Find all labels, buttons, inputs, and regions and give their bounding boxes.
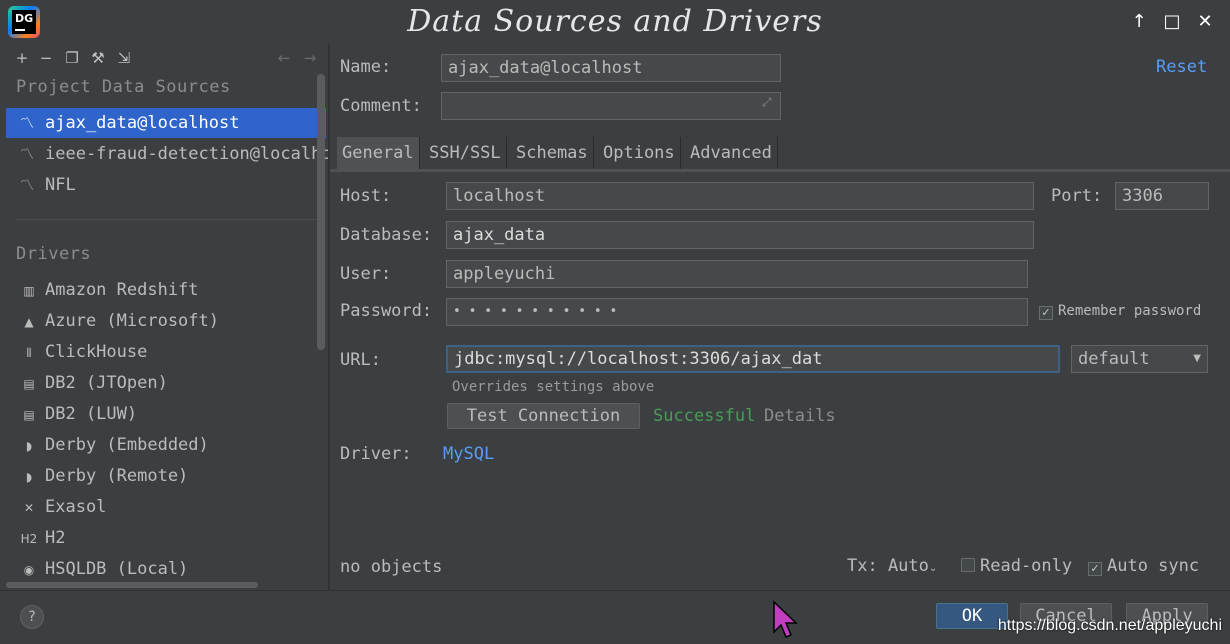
driver-derby-embedded[interactable]: ◗ Derby (Embedded) xyxy=(6,430,316,460)
azure-icon: ▲ xyxy=(24,315,34,329)
redshift-icon: ▥ xyxy=(23,284,35,298)
check-icon[interactable]: ✓ xyxy=(1088,562,1102,576)
driver-db2-jtopen[interactable]: ▤ DB2 (JTOpen) xyxy=(6,368,316,398)
help-button[interactable]: ? xyxy=(20,605,44,629)
comment-label: Comment: xyxy=(340,96,422,116)
import-icon[interactable]: ⇲ xyxy=(114,47,134,69)
wrench-icon[interactable]: ⚒ xyxy=(88,47,108,69)
host-field[interactable]: localhost xyxy=(446,182,1034,210)
project-data-sources-title: Project Data Sources xyxy=(16,77,231,97)
db2-icon: ▤ xyxy=(23,377,35,391)
database-label: Database: xyxy=(340,225,433,245)
datasource-icon: 〽 xyxy=(20,178,34,194)
data-source-ajax-data[interactable]: 〽 ajax_data@localhost xyxy=(6,108,326,138)
datasource-icon: 〽 xyxy=(20,147,34,163)
port-field[interactable]: 3306 xyxy=(1115,182,1209,210)
chevron-down-icon: ▼ xyxy=(1193,353,1201,364)
driver-db2-luw[interactable]: ▤ DB2 (LUW) xyxy=(6,399,316,429)
right-panel: Name: ajax_data@localhost Reset Comment:… xyxy=(330,44,1230,590)
clickhouse-icon: ⦀ xyxy=(26,346,32,360)
driver-link[interactable]: MySQL xyxy=(443,444,494,464)
watermark: https://blog.csdn.net/appleyuchi xyxy=(997,617,1222,634)
close-icon[interactable]: ✕ xyxy=(1190,8,1220,36)
driver-hsqldb-local[interactable]: ◉ HSQLDB (Local) xyxy=(6,554,316,584)
name-label: Name: xyxy=(340,57,392,77)
maximize-icon[interactable]: □ xyxy=(1157,8,1187,36)
database-field[interactable]: ajax_data xyxy=(446,221,1034,249)
details-link[interactable]: Details xyxy=(764,406,836,426)
h2-icon: H2 xyxy=(20,532,38,546)
back-icon[interactable]: ← xyxy=(274,47,294,69)
chevron-down-icon: ⌄ xyxy=(928,563,938,574)
tab-advanced[interactable]: Advanced xyxy=(685,137,778,169)
drivers-title: Drivers xyxy=(16,244,92,264)
forward-icon[interactable]: → xyxy=(300,47,320,69)
derby-icon: ◗ xyxy=(25,439,33,453)
password-label: Password: xyxy=(340,301,433,321)
driver-derby-remote[interactable]: ◗ Derby (Remote) xyxy=(6,461,316,491)
horizontal-scrollbar[interactable] xyxy=(6,582,258,588)
dialog-footer: ? OK Cancel Apply https://blog.csdn.net/… xyxy=(0,590,1230,644)
test-status: Successful xyxy=(653,406,756,426)
tab-general[interactable]: General xyxy=(337,137,420,169)
mouse-cursor-icon xyxy=(773,600,798,638)
window-title: Data Sources and Drivers xyxy=(407,4,823,39)
left-toolbar: + − ❐ ⚒ ⇲ ← → xyxy=(10,47,322,69)
tx-mode-select[interactable]: Tx: Auto⌄ xyxy=(847,556,937,576)
tab-ssh-ssl[interactable]: SSH/SSL xyxy=(424,137,507,169)
test-connection-button[interactable]: Test Connection xyxy=(447,403,640,429)
vertical-scrollbar[interactable] xyxy=(317,74,325,350)
left-panel: + − ❐ ⚒ ⇲ ← → Project Data Sources 〽 ajax… xyxy=(0,44,328,590)
data-source-ieee-fraud[interactable]: 〽 ieee-fraud-detection@localhost xyxy=(6,139,328,169)
user-field[interactable]: appleyuchi xyxy=(446,260,1028,288)
check-icon[interactable]: ✓ xyxy=(1039,306,1053,320)
url-label: URL: xyxy=(340,350,381,370)
exasol-icon: ✕ xyxy=(23,501,35,515)
driver-amazon-redshift[interactable]: ▥ Amazon Redshift xyxy=(6,275,316,305)
password-field[interactable]: • • • • • • • • • • • xyxy=(446,298,1028,326)
read-only-checkbox[interactable]: Read-only xyxy=(961,556,1072,576)
title-bar: DG Data Sources and Drivers ↑ □ ✕ xyxy=(0,0,1230,44)
hsqldb-icon: ◉ xyxy=(23,563,35,577)
objects-status: no objects xyxy=(340,557,443,577)
driver-exasol[interactable]: ✕ Exasol xyxy=(6,492,316,522)
driver-clickhouse[interactable]: ⦀ ClickHouse xyxy=(6,337,316,367)
derby-icon: ◗ xyxy=(25,470,33,484)
add-icon[interactable]: + xyxy=(12,47,32,69)
url-field[interactable]: jdbc:mysql://localhost:3306/ajax_dat xyxy=(446,345,1060,373)
driver-label: Driver: xyxy=(340,444,412,464)
divider xyxy=(16,219,316,220)
datasource-icon: 〽 xyxy=(20,116,34,132)
url-mode-select[interactable]: default ▼ xyxy=(1071,345,1208,373)
data-source-nfl[interactable]: 〽 NFL xyxy=(6,170,326,200)
driver-azure[interactable]: ▲ Azure (Microsoft) xyxy=(6,306,316,336)
reset-link[interactable]: Reset xyxy=(1156,57,1207,77)
auto-sync-checkbox[interactable]: ✓ Auto sync xyxy=(1088,556,1199,576)
comment-field[interactable] xyxy=(441,92,781,120)
tab-underline xyxy=(330,169,1230,172)
driver-h2[interactable]: H2 H2 xyxy=(6,523,316,553)
port-label: Port: xyxy=(1051,186,1103,206)
arrow-up-icon[interactable]: ↑ xyxy=(1124,8,1154,36)
db2-icon: ▤ xyxy=(23,408,35,422)
remove-icon[interactable]: − xyxy=(36,47,56,69)
overrides-note: Overrides settings above xyxy=(452,379,655,395)
user-label: User: xyxy=(340,264,392,284)
name-field[interactable]: ajax_data@localhost xyxy=(441,54,781,82)
expand-icon[interactable]: ⤢ xyxy=(762,95,772,110)
host-label: Host: xyxy=(340,186,392,206)
remember-password-checkbox[interactable]: ✓ Remember password xyxy=(1039,303,1201,320)
tab-options[interactable]: Options xyxy=(598,137,681,169)
tab-schemas[interactable]: Schemas xyxy=(511,137,594,169)
duplicate-icon[interactable]: ❐ xyxy=(62,47,82,69)
